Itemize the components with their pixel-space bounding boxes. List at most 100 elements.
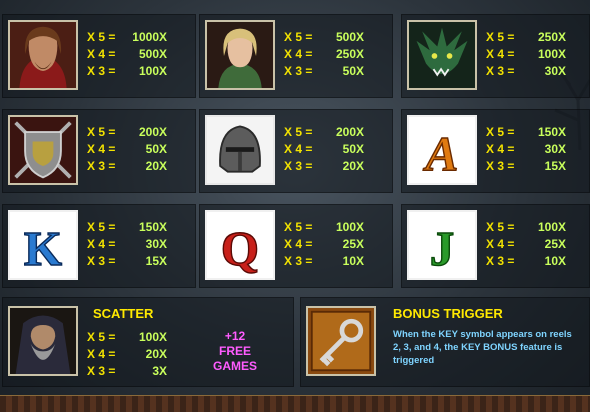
pay-value: 500X — [138, 47, 167, 61]
payout-row: X 3 = 30X — [486, 63, 566, 80]
payout-row: X 3 = 15X — [87, 253, 167, 270]
helmet-payouts: X 5 = 200X X 4 = 50X X 3 = 20X — [284, 124, 364, 175]
payout-row: X 5 = 200X — [87, 124, 167, 141]
paytable-cell-scatter: SCATTER X 5 = 100X X 4 = 20X X 3 = 3X +12 F… — [2, 297, 294, 387]
pay-value: 20X — [342, 159, 364, 173]
payout-row: X 4 = 50X — [87, 141, 167, 158]
payout-row: X 3 = 10X — [284, 253, 364, 270]
pay-count: X 4 = — [284, 142, 313, 156]
bonus-title: BONUS TRIGGER — [393, 306, 503, 321]
payout-row: X 4 = 100X — [486, 46, 566, 63]
pay-count: X 3 = — [87, 159, 116, 173]
dragon-icon — [407, 20, 477, 90]
payout-row: X 5 = 100X — [486, 219, 566, 236]
paytable-cell-a: A X 5 = 150X X 4 = 30X X 3 = 15X — [401, 109, 590, 193]
pay-count: X 5 = — [87, 30, 116, 44]
pay-value: 150X — [537, 125, 566, 139]
princess-payouts: X 5 = 500X X 4 = 250X X 3 = 50X — [284, 29, 364, 80]
pay-count: X 5 = — [87, 330, 116, 344]
knight-icon — [8, 20, 78, 90]
pay-value: 100X — [138, 64, 167, 78]
pay-count: X 5 = — [486, 125, 515, 139]
payout-row: X 3 = 15X — [486, 158, 566, 175]
pay-value: 15X — [145, 254, 167, 268]
pay-count: X 3 = — [87, 364, 116, 378]
letter-k-icon: K — [8, 210, 78, 280]
pay-value: 250X — [537, 30, 566, 44]
pay-count: X 4 = — [486, 142, 515, 156]
payout-row: X 5 = 150X — [87, 219, 167, 236]
pay-count: X 3 = — [87, 254, 116, 268]
payout-row: X 4 = 30X — [486, 141, 566, 158]
payout-row: X 3 = 20X — [284, 158, 364, 175]
payout-row: X 4 = 250X — [284, 46, 364, 63]
princess-icon — [205, 20, 275, 90]
pay-value: 200X — [335, 125, 364, 139]
pay-value: 500X — [335, 30, 364, 44]
payout-row: X 4 = 500X — [87, 46, 167, 63]
pay-value: 50X — [342, 64, 364, 78]
pay-count: X 4 = — [284, 237, 313, 251]
scatter-payouts: X 5 = 100X X 4 = 20X X 3 = 3X — [87, 329, 167, 380]
pay-count: X 4 = — [486, 47, 515, 61]
knight-payouts: X 5 = 1000X X 4 = 500X X 3 = 100X — [87, 29, 167, 80]
payout-row: X 3 = 3X — [87, 363, 167, 380]
pay-count: X 5 = — [486, 220, 515, 234]
pay-value: 30X — [145, 237, 167, 251]
pay-value: 200X — [138, 125, 167, 139]
pay-count: X 3 = — [486, 254, 515, 268]
payout-row: X 4 = 25X — [284, 236, 364, 253]
free-games-text: GAMES — [212, 359, 257, 373]
bonus-description: When the KEY symbol appears on reels 2, … — [393, 329, 572, 366]
payout-row: X 5 = 100X — [284, 219, 364, 236]
dragon-payouts: X 5 = 250X X 4 = 100X X 3 = 30X — [486, 29, 566, 80]
pay-value: 250X — [335, 47, 364, 61]
paytable-cell-helmet: X 5 = 200X X 4 = 50X X 3 = 20X — [199, 109, 393, 193]
pay-value: 15X — [544, 159, 566, 173]
pay-value: 100X — [537, 220, 566, 234]
pay-value: 20X — [145, 159, 167, 173]
payout-row: X 5 = 250X — [486, 29, 566, 46]
pay-value: 30X — [544, 142, 566, 156]
paytable-cell-bonus: BONUS TRIGGER When the KEY symbol appear… — [300, 297, 590, 387]
key-bonus-icon — [306, 306, 376, 376]
pay-value: 25X — [342, 237, 364, 251]
letter-q-icon: Q — [205, 210, 275, 280]
pay-count: X 4 = — [87, 347, 116, 361]
svg-text:A: A — [423, 126, 459, 181]
pay-value: 10X — [544, 254, 566, 268]
payout-row: X 5 = 500X — [284, 29, 364, 46]
bottom-border — [0, 395, 590, 412]
payout-row: X 5 = 1000X — [87, 29, 167, 46]
pay-count: X 4 = — [486, 237, 515, 251]
letter-j-icon: J — [407, 210, 477, 280]
pay-count: X 5 = — [284, 220, 313, 234]
paytable-cell-k: K X 5 = 150X X 4 = 30X X 3 = 15X — [2, 204, 196, 288]
payout-row: X 3 = 100X — [87, 63, 167, 80]
pay-count: X 4 = — [87, 142, 116, 156]
payout-row: X 5 = 100X — [87, 329, 167, 346]
payout-row: X 4 = 20X — [87, 346, 167, 363]
svg-text:J: J — [430, 221, 455, 276]
free-games-count: +12 — [224, 329, 246, 343]
pay-count: X 5 = — [486, 30, 515, 44]
paytable-cell-j: J X 5 = 100X X 4 = 25X X 3 = 10X — [401, 204, 590, 288]
scatter-title: SCATTER — [93, 306, 154, 321]
pay-count: X 3 = — [284, 254, 313, 268]
paytable-cell-dragon: X 5 = 250X X 4 = 100X X 3 = 30X — [401, 14, 590, 98]
pay-value: 25X — [544, 237, 566, 251]
pay-count: X 3 = — [486, 159, 515, 173]
pay-value: 100X — [138, 330, 167, 344]
k-payouts: X 5 = 150X X 4 = 30X X 3 = 15X — [87, 219, 167, 270]
pay-count: X 3 = — [486, 64, 515, 78]
pay-value: 150X — [138, 220, 167, 234]
payout-row: X 3 = 50X — [284, 63, 364, 80]
pay-count: X 4 = — [284, 47, 313, 61]
svg-text:Q: Q — [221, 221, 259, 276]
pay-count: X 5 = — [284, 30, 313, 44]
pay-value: 20X — [145, 347, 167, 361]
payout-row: X 5 = 150X — [486, 124, 566, 141]
shield-icon — [8, 115, 78, 185]
helmet-icon — [205, 115, 275, 185]
pay-value: 50X — [342, 142, 364, 156]
